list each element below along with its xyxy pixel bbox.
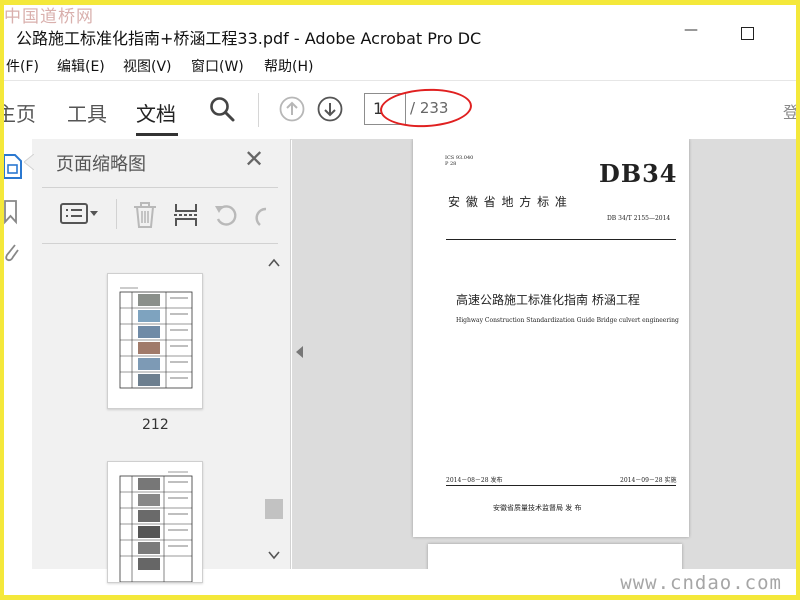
watermark-top: 中国道桥网 bbox=[4, 7, 94, 27]
header-rule bbox=[446, 239, 676, 241]
active-tab-indicator bbox=[136, 133, 178, 136]
maximize-button[interactable] bbox=[741, 27, 754, 40]
title-bar: 公路施工标准化指南+桥涵工程33.pdf - Adobe Acrobat Pro… bbox=[0, 22, 800, 50]
rotate-left-icon[interactable] bbox=[212, 201, 240, 233]
next-page-icon[interactable] bbox=[317, 96, 343, 126]
document-view[interactable]: ICS 93.040 P 28 DB34 安 徽 省 地 方 标 准 DB 34… bbox=[292, 139, 800, 569]
options-menu-icon[interactable] bbox=[60, 201, 100, 231]
insert-page-icon[interactable] bbox=[173, 201, 199, 233]
delete-icon[interactable] bbox=[132, 201, 158, 233]
menu-help[interactable]: 帮助(H) bbox=[264, 56, 313, 76]
scrollbar-thumb[interactable] bbox=[265, 499, 283, 519]
attachments-icon[interactable] bbox=[2, 239, 20, 269]
standard-number: DB 34/T 2155—2014 bbox=[607, 215, 671, 222]
bookmarks-icon[interactable] bbox=[2, 199, 20, 229]
scroll-up-icon[interactable] bbox=[268, 253, 280, 272]
panel-pointer bbox=[24, 154, 34, 170]
panel-title: 页面缩略图 bbox=[56, 154, 146, 175]
document-title-en: Highway Construction Standardization Gui… bbox=[456, 317, 679, 324]
panel-divider bbox=[42, 243, 278, 244]
menu-edit[interactable]: 编辑(E) bbox=[57, 56, 105, 76]
province-standard: 安 徽 省 地 方 标 准 bbox=[448, 195, 568, 209]
previous-page-icon[interactable] bbox=[279, 96, 305, 126]
close-icon[interactable]: ✕ bbox=[244, 147, 264, 171]
scroll-down-icon[interactable] bbox=[268, 545, 280, 564]
window-title: 公路施工标准化指南+桥涵工程33.pdf - Adobe Acrobat Pro… bbox=[16, 29, 482, 48]
rotate-right-icon[interactable] bbox=[254, 201, 268, 233]
thumbnail-page-label: 212 bbox=[142, 417, 169, 433]
tool-separator bbox=[116, 199, 117, 229]
page-thumbnails-icon[interactable] bbox=[2, 153, 24, 185]
implement-date: 2014－09－28 实施 bbox=[620, 477, 677, 484]
collapse-panel-icon[interactable] bbox=[296, 346, 303, 358]
menu-file[interactable]: 件(F) bbox=[6, 56, 39, 76]
document-title: 高速公路施工标准化指南 桥涵工程 bbox=[456, 293, 640, 307]
toolbar-separator bbox=[258, 93, 259, 127]
tab-tools[interactable]: 工具 bbox=[67, 98, 107, 127]
sign-in-link[interactable]: 登 bbox=[783, 99, 799, 123]
menu-view[interactable]: 视图(V) bbox=[123, 56, 172, 76]
watermark-bottom: www.cndao.com bbox=[620, 572, 782, 594]
minimize-button[interactable]: — bbox=[684, 22, 698, 38]
standard-code: DB34 bbox=[599, 159, 678, 188]
document-page: ICS 93.040 P 28 DB34 安 徽 省 地 方 标 准 DB 34… bbox=[413, 139, 689, 537]
panel-divider bbox=[42, 187, 278, 188]
tab-home[interactable]: 主页 bbox=[0, 98, 36, 127]
footer-rule bbox=[446, 485, 676, 487]
issuing-authority: 安徽省质量技术监督局 发 布 bbox=[493, 504, 582, 512]
tab-document[interactable]: 文档 bbox=[136, 98, 176, 127]
release-date: 2014－08－28 发布 bbox=[446, 477, 503, 484]
thumbnails-panel: 页面缩略图 ✕ 212 bbox=[24, 139, 291, 583]
page-thumbnail[interactable] bbox=[107, 461, 203, 583]
search-icon[interactable] bbox=[208, 95, 236, 127]
category-code: P 28 bbox=[445, 161, 457, 167]
navigation-strip bbox=[0, 139, 33, 569]
menu-window[interactable]: 窗口(W) bbox=[191, 56, 244, 76]
page-thumbnail[interactable] bbox=[107, 273, 203, 409]
next-document-page bbox=[428, 544, 682, 569]
